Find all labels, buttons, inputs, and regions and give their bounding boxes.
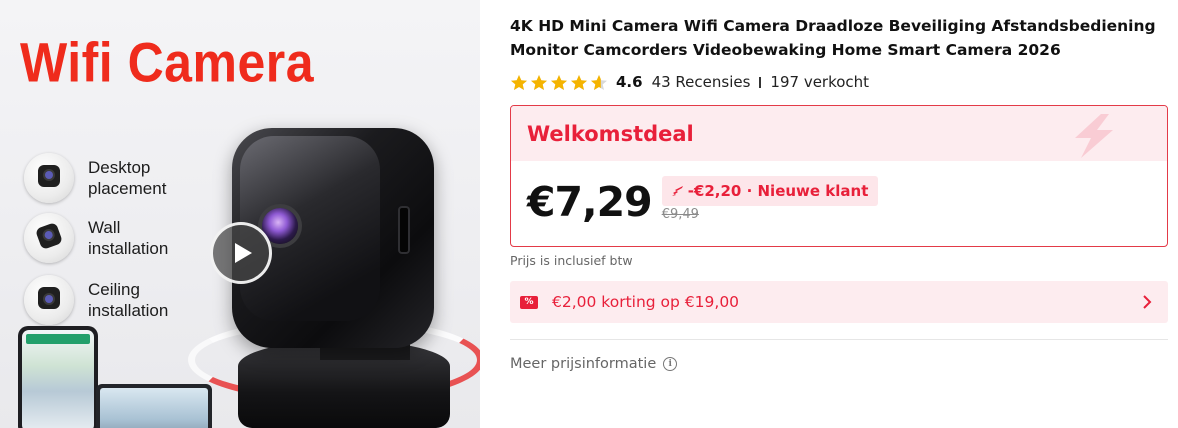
star-icon — [511, 74, 527, 90]
wall-installation-thumbnail — [24, 213, 74, 263]
more-price-info-label: Meer prijsinformatie — [510, 356, 657, 372]
image-headline: Wifi Camera — [20, 31, 315, 94]
video-play-button[interactable] — [210, 222, 272, 284]
vat-note: Prijs is inclusief btw — [510, 253, 633, 268]
tablet-preview — [96, 384, 212, 428]
star-icon — [571, 74, 587, 90]
down-arrow-icon — [671, 186, 683, 196]
current-price: €7,29 — [527, 178, 653, 226]
star-icon — [591, 74, 607, 90]
chevron-right-icon[interactable] — [1142, 295, 1152, 309]
ceiling-installation-thumbnail — [24, 275, 74, 325]
feature-label: Ceiling installation — [88, 280, 169, 320]
discount-text: -€2,20 · Nieuwe klant — [687, 182, 869, 200]
phone-app-preview — [18, 326, 98, 428]
more-price-info-link[interactable]: Meer prijsinformatie i — [510, 356, 678, 372]
product-details: 4K HD Mini Camera Wifi Camera Draadloze … — [510, 14, 1170, 372]
coupon-icon: % — [520, 295, 538, 309]
product-image[interactable]: Wifi Camera Desktop placement Wall insta… — [0, 0, 480, 428]
discount-badge: -€2,20 · Nieuwe klant — [661, 176, 879, 206]
feature-label: Desktop placement — [88, 158, 167, 198]
feature-desktop: Desktop placement — [24, 153, 198, 203]
lightning-decoration-icon — [1075, 114, 1113, 158]
sold-count: 197 verkocht — [770, 73, 870, 91]
sd-card-slot — [398, 206, 410, 254]
separator — [759, 76, 762, 88]
play-icon — [235, 243, 252, 263]
product-title: 4K HD Mini Camera Wifi Camera Draadloze … — [510, 17, 1156, 59]
desktop-placement-thumbnail — [24, 153, 74, 203]
coupon-row[interactable]: % €2,00 korting op €19,00 — [510, 281, 1168, 323]
star-icon — [531, 74, 547, 90]
feature-wall: Wall installation — [24, 213, 198, 263]
coupon-text: €2,00 korting op €19,00 — [552, 293, 740, 311]
star-icon — [551, 74, 567, 90]
star-rating[interactable] — [510, 74, 610, 91]
original-price: €9,49 — [661, 207, 699, 222]
deal-header: Welkomstdeal — [511, 106, 1167, 161]
rating-row: 4.6 43 Recensies 197 verkocht — [510, 72, 1170, 92]
price-row: €7,29 -€2,20 · Nieuwe klant €9,49 — [527, 176, 879, 228]
info-icon: i — [663, 357, 678, 371]
review-count-link[interactable]: 43 Recensies — [652, 73, 751, 91]
feature-label: Wall installation — [88, 218, 169, 258]
deal-title: Welkomstdeal — [527, 121, 694, 146]
divider — [510, 339, 1168, 340]
feature-ceiling: Ceiling installation — [24, 275, 198, 325]
rating-value: 4.6 — [616, 73, 643, 91]
welcome-deal-box: Welkomstdeal €7,29 -€2,20 · Nieuwe klant… — [510, 105, 1168, 247]
